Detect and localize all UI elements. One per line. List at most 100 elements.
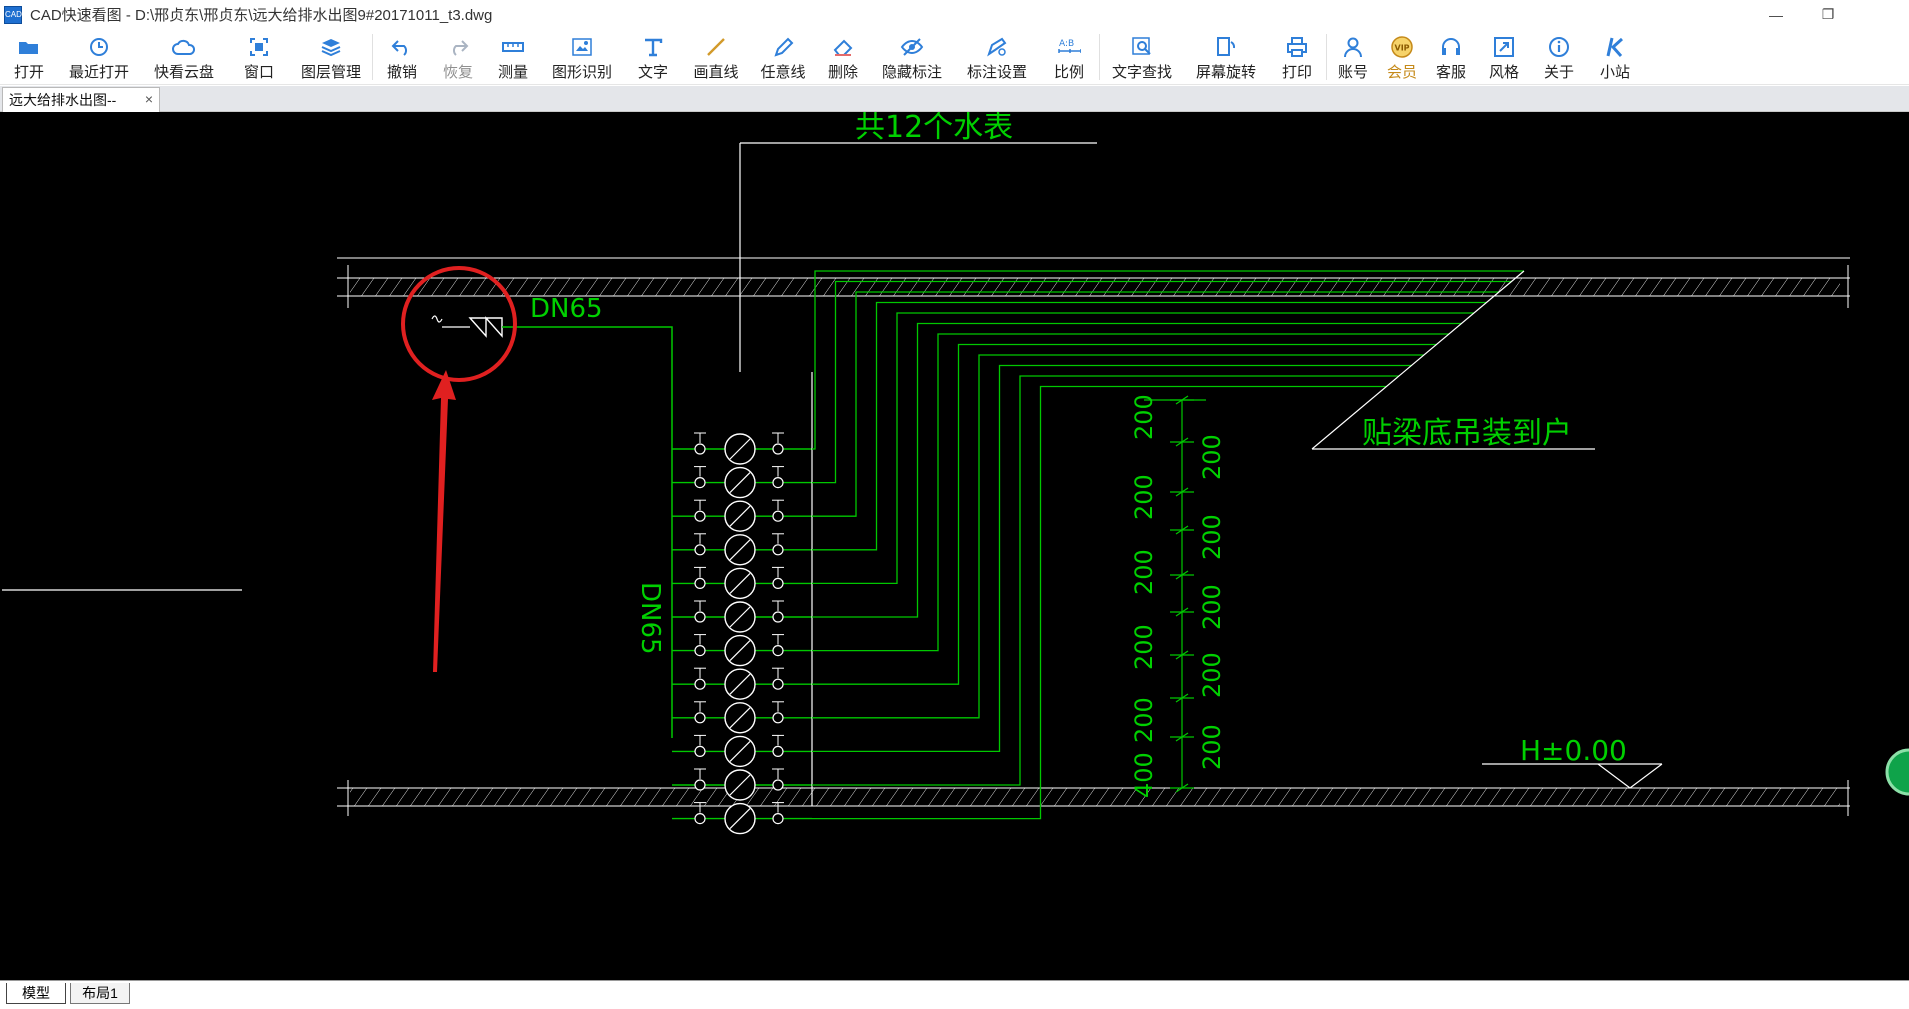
meter-row [672,802,812,835]
tab-layout1[interactable]: 布局1 [70,983,130,1004]
valve-right [772,812,784,825]
style-button[interactable]: 风格 [1477,29,1531,85]
info-icon [1547,35,1571,59]
text-icon [641,35,665,59]
open-button[interactable]: 打开 [0,29,58,85]
freehand-line-label: 任意线 [760,64,806,81]
tab-model[interactable]: 模型 [6,983,66,1004]
drawing-canvas[interactable]: 共12个水表 DN65 DN65 贴梁底吊装到户 200 200 200 200 200… [0,112,1909,980]
pipe-size-label-top: DN65 [530,294,603,324]
print-button[interactable]: 打印 [1268,29,1326,85]
floating-tool-button[interactable] [1885,748,1909,796]
minimize-button[interactable]: — [1754,0,1798,29]
dimension-label-left: 200 [1130,394,1158,440]
layer-manager-button[interactable]: 图层管理 [290,29,372,85]
svg-text:A:B: A:B [1059,39,1074,49]
valve-left [694,477,706,489]
about-label: 关于 [1543,64,1574,81]
about-button[interactable]: 关于 [1531,29,1587,85]
customer-service-button[interactable]: 客服 [1425,29,1477,85]
annotation-settings-button[interactable]: 标注设置 [955,29,1039,85]
hide-annotation-button[interactable]: 隐藏标注 [869,29,955,85]
cloud-drive-label: 快看云盘 [153,64,214,81]
dn65-main-pipe [502,326,673,738]
delete-button[interactable]: 删除 [817,29,869,85]
measure-label: 测量 [497,64,528,81]
restore-button[interactable]: ❐ [1806,0,1850,29]
valve-right [772,712,784,724]
valve-right [772,644,784,657]
valve-left [694,611,706,623]
shape-recognize-button[interactable]: 图形识别 [541,29,623,85]
dimension-label-left: 200 [1130,624,1158,670]
redo-button[interactable]: 恢复 [431,29,485,85]
gate-valve-symbol [431,315,503,338]
dimension-label-right: 200 [1198,724,1226,770]
water-meter-manifold [672,432,812,835]
window-icon [247,35,271,59]
vip-button[interactable]: VIP 会员 [1379,29,1425,85]
cloud-drive-button[interactable]: 快看云盘 [140,29,228,85]
meter-row [672,566,812,600]
recent-open-button[interactable]: 最近打开 [58,29,140,85]
vip-icon: VIP [1390,35,1414,59]
undo-button[interactable]: 撤销 [373,29,431,85]
account-label: 账号 [1337,64,1368,81]
redo-label: 恢复 [442,64,473,81]
undo-label: 撤销 [386,64,417,81]
eraser-icon [831,35,855,59]
recent-open-label: 最近打开 [68,64,129,81]
valve-right [772,745,784,758]
freehand-line-button[interactable]: 任意线 [749,29,817,85]
valve-left [694,712,706,724]
valve-right [772,544,784,556]
app-logo-icon: CAD [4,5,22,24]
document-tab[interactable]: 远大给排水出图-- × [2,87,160,112]
meter-row [672,533,812,566]
dimension-label-left: 400 [1130,752,1158,798]
meter-row [672,499,812,532]
vip-label: 会员 [1386,64,1417,81]
valve-left [694,577,706,589]
valve-right [772,477,784,489]
valve-left [694,678,706,690]
measure-button[interactable]: 测量 [485,29,541,85]
k-site-icon [1603,35,1627,59]
rotate-screen-button[interactable]: 屏幕旋转 [1184,29,1268,85]
window-title: CAD快速看图 - D:\邢贞东\邢贞东\远大给排水出图9#20171011_t… [30,7,493,24]
branch-pipe [812,385,1387,820]
dimension-label-right: 200 [1198,652,1226,698]
account-button[interactable]: 账号 [1327,29,1379,85]
text-button[interactable]: 文字 [623,29,683,85]
scale-icon: A:B [1057,35,1081,59]
text-search-button[interactable]: 文字查找 [1100,29,1184,85]
elevation-marker [1482,763,1663,789]
rotate-screen-icon [1214,35,1238,59]
eye-off-icon [900,35,924,59]
folder-open-icon [17,35,41,59]
meter-row [672,634,812,667]
main-toolbar: 打开 最近打开 快看云盘 窗口 图层管理 撤销 恢复 测量 图形识别 文字 画直… [0,29,1909,85]
valve-right [772,510,784,522]
bottom-slab [337,780,1850,816]
title-bar: CAD CAD快速看图 - D:\邢贞东\邢贞东\远大给排水出图9#201710… [0,0,1909,29]
valve-left [694,510,706,522]
valve-left [694,745,706,758]
beam-install-note: 贴梁底吊装到户 [1362,416,1572,451]
site-button[interactable]: 小站 [1587,29,1643,85]
printer-icon [1285,35,1309,59]
draw-line-button[interactable]: 画直线 [683,29,749,85]
undo-icon [390,35,414,59]
text-search-label: 文字查找 [1111,64,1172,81]
meter-row [672,667,812,700]
elevation-label: H±0.00 [1520,734,1627,767]
branch-pipes [812,270,1524,820]
dimension-label-left: 200 [1130,474,1158,520]
style-label: 风格 [1488,64,1519,81]
document-tab-bar: 远大给排水出图-- × [0,86,1909,112]
hide-annotation-label: 隐藏标注 [881,64,942,81]
window-button[interactable]: 窗口 [228,29,290,85]
close-tab-icon[interactable]: × [145,91,153,107]
valve-right [772,577,784,589]
scale-button[interactable]: A:B 比例 [1039,29,1099,85]
